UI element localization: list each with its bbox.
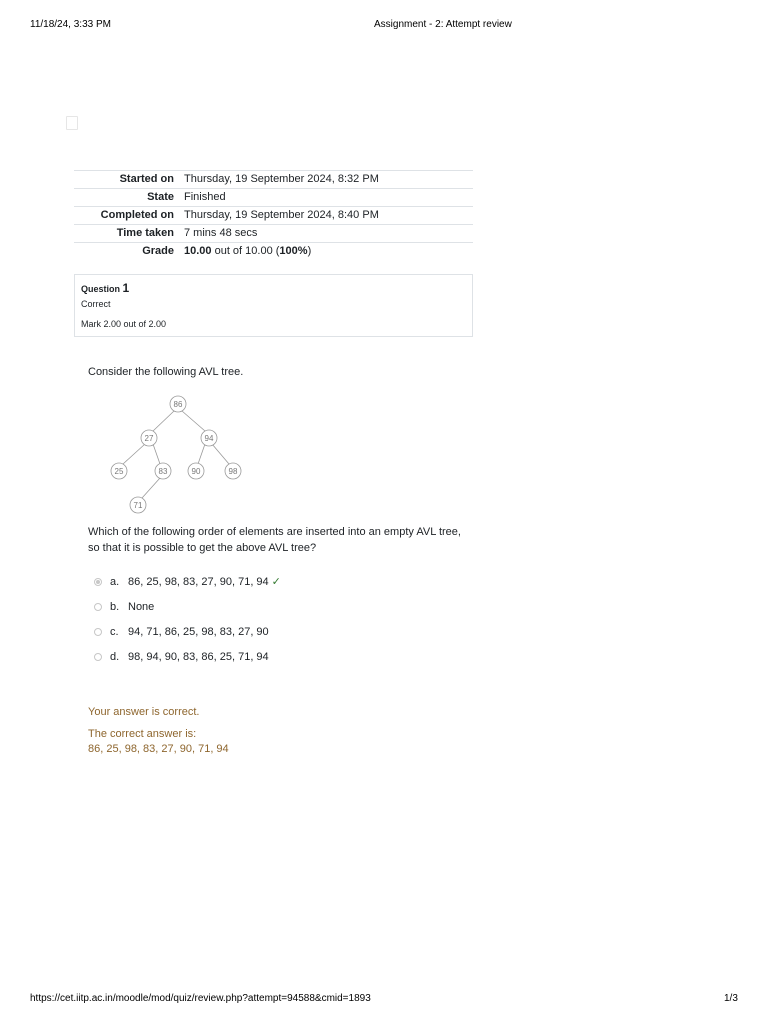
summary-row-state: State Finished	[74, 188, 473, 207]
correct-check-icon: ✓	[271, 576, 281, 588]
question-label: Question	[81, 284, 121, 294]
question-text: Consider the following AVL tree.	[88, 366, 244, 378]
option-text: 98, 94, 90, 83, 86, 25, 71, 94	[128, 651, 269, 663]
summary-row-grade: Grade 10.00 out of 10.00 (100%)	[74, 242, 473, 261]
grade-out-of: out of 10.00 (	[211, 245, 280, 257]
answer-option-b[interactable]: b. None	[92, 599, 392, 615]
option-letter: a.	[110, 576, 120, 588]
option-text: None	[128, 601, 155, 613]
tree-node-label: 83	[159, 467, 168, 476]
summary-value: Thursday, 19 September 2024, 8:32 PM	[184, 173, 379, 185]
question-number-value: 1	[122, 281, 130, 295]
tree-node-label: 98	[229, 467, 238, 476]
grade-score: 10.00	[184, 245, 212, 257]
answer-option-c[interactable]: c. 94, 71, 86, 25, 98, 83, 27, 90	[92, 624, 392, 640]
summary-row-completed: Completed on Thursday, 19 September 2024…	[74, 206, 473, 225]
tree-node-label: 27	[145, 434, 154, 443]
tree-node-label: 86	[174, 400, 183, 409]
option-letter: b.	[110, 601, 120, 613]
option-text-value: 86, 25, 98, 83, 27, 90, 71, 94	[128, 576, 269, 588]
grade-percent: 100%	[279, 245, 308, 257]
tree-node-label: 25	[115, 467, 124, 476]
question-info-box: Question 1 Correct Mark 2.00 out of 2.00	[74, 274, 473, 337]
print-page-title: Assignment - 2: Attempt review	[374, 19, 512, 30]
radio-button-selected[interactable]	[94, 578, 102, 586]
feedback-correct-label: The correct answer is:	[88, 728, 197, 740]
avl-tree-diagram: 86 27 94 25 83 90 98 71	[110, 395, 242, 514]
radio-button[interactable]	[94, 603, 102, 611]
option-letter: d.	[110, 651, 120, 663]
question-state: Correct	[81, 299, 111, 309]
print-page-number: 1/3	[724, 993, 738, 1004]
question-number: Question 1	[81, 281, 129, 295]
radio-button[interactable]	[94, 653, 102, 661]
summary-row-time-taken: Time taken 7 mins 48 secs	[74, 224, 473, 243]
option-letter: c.	[110, 626, 119, 638]
feedback-correct-answer: 86, 25, 98, 83, 27, 90, 71, 94	[88, 743, 229, 755]
tree-edge	[122, 443, 146, 465]
tree-node-label: 90	[192, 467, 201, 476]
summary-value: 10.00 out of 10.00 (100%)	[179, 243, 473, 261]
tree-edge	[211, 443, 230, 465]
tree-edge	[181, 410, 206, 432]
grade-close: )	[307, 245, 312, 257]
answer-option-d[interactable]: d. 98, 94, 90, 83, 86, 25, 71, 94	[92, 649, 392, 665]
tree-node-label: 71	[134, 501, 143, 510]
attempt-summary-table: Started on Thursday, 19 September 2024, …	[74, 170, 473, 260]
tree-edge	[197, 443, 206, 465]
print-datetime: 11/18/24, 3:33 PM	[30, 19, 111, 30]
print-url: https://cet.iitp.ac.in/moodle/mod/quiz/r…	[30, 993, 371, 1004]
summary-label: Time taken	[116, 227, 174, 239]
summary-value: 7 mins 48 secs	[184, 227, 258, 239]
option-text: 94, 71, 86, 25, 98, 83, 27, 90	[128, 626, 269, 638]
summary-value: Finished	[184, 191, 226, 203]
tree-edge	[141, 477, 161, 499]
print-header: 11/18/24, 3:33 PM Assignment - 2: Attemp…	[0, 19, 768, 33]
summary-value: Thursday, 19 September 2024, 8:40 PM	[184, 209, 379, 221]
radio-button[interactable]	[94, 628, 102, 636]
feedback-result: Your answer is correct.	[88, 706, 200, 718]
question-prompt: Which of the following order of elements…	[88, 526, 461, 554]
tree-edge	[152, 410, 175, 432]
answer-option-a[interactable]: a. 86, 25, 98, 83, 27, 90, 71, 94 ✓	[92, 574, 392, 590]
option-text: 86, 25, 98, 83, 27, 90, 71, 94 ✓	[128, 574, 281, 590]
summary-label: Started on	[119, 173, 174, 185]
tree-node-label: 94	[205, 434, 214, 443]
summary-label: State	[147, 191, 174, 203]
document-icon	[66, 116, 78, 130]
summary-row-started: Started on Thursday, 19 September 2024, …	[74, 170, 473, 189]
summary-label: Completed on	[100, 209, 174, 221]
print-footer: https://cet.iitp.ac.in/moodle/mod/quiz/r…	[0, 993, 768, 1007]
tree-edge	[152, 443, 161, 465]
summary-label: Grade	[142, 245, 174, 257]
question-mark: Mark 2.00 out of 2.00	[81, 319, 167, 329]
